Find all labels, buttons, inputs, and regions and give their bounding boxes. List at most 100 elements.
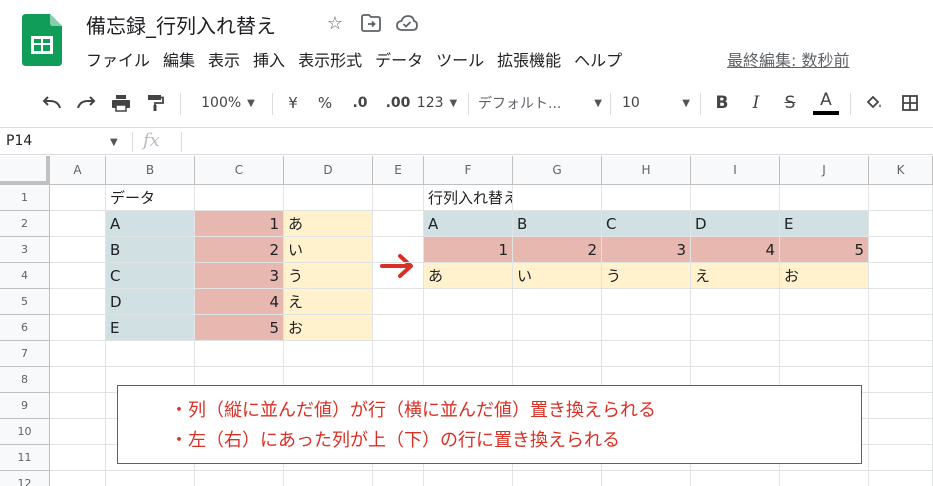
name-box[interactable]: P14 [6,133,32,149]
column-header[interactable]: A [50,156,106,185]
cell[interactable] [869,211,933,237]
cell[interactable] [869,263,933,289]
cell[interactable] [106,341,195,367]
cell[interactable] [780,471,869,486]
cell[interactable]: い [284,237,373,263]
fill-color-icon[interactable] [862,84,886,122]
row-header[interactable]: 3 [0,237,50,263]
column-header[interactable]: G [513,156,602,185]
cell[interactable] [50,341,106,367]
cell[interactable] [50,315,106,341]
column-header[interactable]: E [373,156,424,185]
cell[interactable] [602,341,691,367]
cell[interactable]: 5 [195,315,284,341]
cell[interactable] [869,445,933,471]
cell[interactable]: え [284,289,373,315]
row-header[interactable]: 6 [0,315,50,341]
italic-button[interactable]: I [744,84,768,122]
cell[interactable] [373,289,424,315]
select-all-corner[interactable] [0,156,50,185]
cell[interactable] [869,419,933,445]
cell[interactable] [50,289,106,315]
strikethrough-button[interactable]: S [778,84,802,122]
menu-item[interactable]: ツール [436,47,484,71]
cell[interactable] [106,471,195,486]
column-header[interactable]: I [691,156,780,185]
cell[interactable] [424,341,513,367]
cell[interactable] [373,185,424,211]
font-size-select[interactable]: 10 ▼ [622,84,690,122]
more-formats-button[interactable]: 123 ▼ [416,84,458,122]
print-icon[interactable] [107,84,135,122]
cell[interactable] [373,237,424,263]
cell[interactable]: 3 [602,237,691,263]
doc-title[interactable]: 備忘録_行列入れ替え [86,10,276,39]
cell[interactable] [50,471,106,486]
cell[interactable]: 2 [195,237,284,263]
cell[interactable] [513,289,602,315]
chevron-down-icon[interactable]: ▼ [110,137,118,148]
menu-item[interactable]: 表示形式 [298,47,362,71]
cell[interactable] [284,471,373,486]
cell[interactable] [50,263,106,289]
currency-button[interactable]: ¥ [282,84,304,122]
cell[interactable] [513,341,602,367]
column-header[interactable]: K [869,156,933,185]
cell[interactable] [780,185,869,211]
cell[interactable]: 5 [780,237,869,263]
cell[interactable] [424,315,513,341]
column-header[interactable]: B [106,156,195,185]
cell[interactable] [284,341,373,367]
row-header[interactable]: 11 [0,445,50,471]
cell[interactable] [602,471,691,486]
cell[interactable]: 行列入れ替え後 [424,185,513,211]
cell[interactable] [691,471,780,486]
column-header[interactable]: C [195,156,284,185]
cell[interactable]: C [602,211,691,237]
cell[interactable] [513,185,602,211]
move-folder-icon[interactable] [360,12,382,34]
row-header[interactable]: 8 [0,367,50,393]
column-header[interactable]: D [284,156,373,185]
cell[interactable]: D [106,289,195,315]
cell[interactable] [284,185,373,211]
cell[interactable] [513,471,602,486]
cell[interactable] [869,289,933,315]
menu-item[interactable]: 編集 [163,47,195,71]
column-header[interactable]: J [780,156,869,185]
cell[interactable] [50,237,106,263]
redo-icon[interactable] [72,84,100,122]
cell[interactable]: A [424,211,513,237]
cell[interactable] [780,289,869,315]
menu-item[interactable]: 表示 [208,47,240,71]
cell[interactable] [691,185,780,211]
row-header[interactable]: 10 [0,419,50,445]
menu-item[interactable]: ヘルプ [574,47,622,71]
cell[interactable] [50,445,106,471]
cell[interactable] [780,315,869,341]
cell[interactable] [691,341,780,367]
cell[interactable] [869,471,933,486]
bold-button[interactable]: B [710,84,734,122]
increase-decimal-button[interactable]: .00 [382,84,414,122]
zoom-select[interactable]: 100% ▼ [192,84,264,122]
cell[interactable]: A [106,211,195,237]
row-header[interactable]: 4 [0,263,50,289]
cell[interactable] [513,315,602,341]
column-header[interactable]: H [602,156,691,185]
cell[interactable] [780,341,869,367]
cell[interactable]: あ [424,263,513,289]
cell[interactable] [373,341,424,367]
menu-item[interactable]: データ [375,47,423,71]
cell[interactable]: 1 [424,237,513,263]
cell[interactable] [602,315,691,341]
undo-icon[interactable] [38,84,66,122]
cell[interactable]: 2 [513,237,602,263]
paint-format-icon[interactable] [141,84,169,122]
cell[interactable] [50,393,106,419]
cloud-status-icon[interactable] [396,12,418,34]
row-header[interactable]: 7 [0,341,50,367]
cell[interactable]: C [106,263,195,289]
cell[interactable] [50,211,106,237]
cell[interactable] [373,471,424,486]
